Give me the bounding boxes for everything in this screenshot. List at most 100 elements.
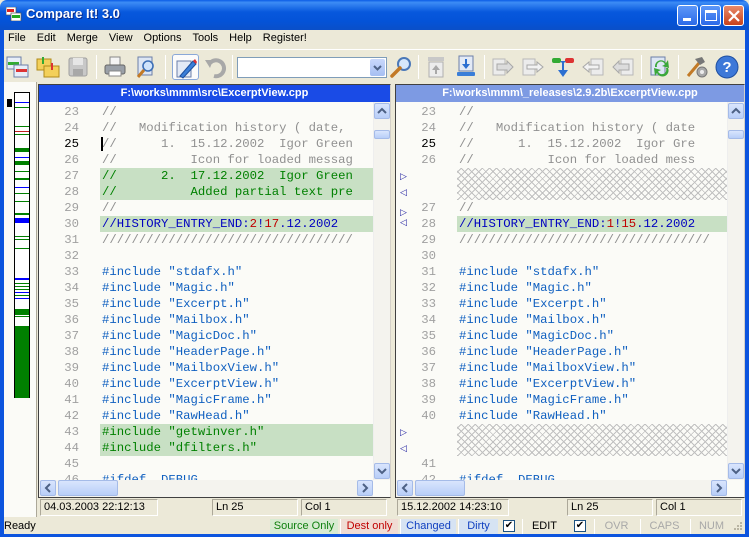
menu-edit[interactable]: Edit: [37, 30, 56, 44]
horizontal-scroll-thumb[interactable]: [58, 480, 118, 496]
overview-diff-mark[interactable]: [15, 131, 29, 132]
print-preview-button[interactable]: [134, 55, 158, 79]
source-horizontal-scrollbar[interactable]: [39, 480, 373, 497]
menu-tools[interactable]: Tools: [192, 30, 218, 44]
code-line[interactable]: 37 #include "MailboxView.h": [396, 360, 727, 376]
copy-all-left-button[interactable]: [611, 55, 635, 79]
source-code-view[interactable]: 23 // 24 // Modification history ( date, 25 /…: [39, 102, 373, 480]
overview-diff-mark[interactable]: [15, 309, 29, 315]
code-line[interactable]: 41: [396, 456, 727, 472]
print-button[interactable]: [103, 55, 127, 79]
code-line[interactable]: 38 #include "ExcerptView.h": [396, 376, 727, 392]
prev-diff-button[interactable]: [424, 55, 448, 79]
code-line[interactable]: 33 #include "stdafx.h": [39, 264, 373, 280]
code-line[interactable]: 23 //: [39, 104, 373, 120]
overview-diff-mark[interactable]: [15, 148, 29, 152]
overview-diff-mark[interactable]: [15, 161, 29, 165]
next-diff-button[interactable]: [454, 55, 478, 79]
overview-diff-mark[interactable]: [15, 187, 29, 188]
scroll-left-button[interactable]: [397, 480, 413, 496]
code-line[interactable]: 41 #include "MagicFrame.h": [39, 392, 373, 408]
overview-diff-mark[interactable]: [15, 157, 29, 158]
edit-mode-button[interactable]: [172, 54, 199, 80]
code-line[interactable]: 42 #include "RawHead.h": [39, 408, 373, 424]
overview-diff-mark[interactable]: [15, 178, 29, 180]
overview-diff-mark[interactable]: [15, 292, 29, 293]
code-line[interactable]: 27//: [396, 200, 727, 216]
code-line[interactable]: 23 //: [396, 104, 727, 120]
help-button[interactable]: ?: [715, 55, 739, 79]
search-combo[interactable]: [237, 57, 387, 78]
code-line[interactable]: 44 #include "dfilters.h": [39, 440, 373, 456]
save-button[interactable]: [66, 55, 90, 79]
code-line[interactable]: 33 #include "Excerpt.h": [396, 296, 727, 312]
overview-diff-mark[interactable]: [15, 218, 29, 223]
overview-diff-mark[interactable]: [15, 193, 29, 194]
code-line[interactable]: 39 #include "MailboxView.h": [39, 360, 373, 376]
code-line[interactable]: 40 #include "RawHead.h": [396, 408, 727, 424]
code-line[interactable]: 34 #include "Magic.h": [39, 280, 373, 296]
overview-diff-mark[interactable]: [15, 102, 29, 103]
code-line[interactable]: 24 // Modification history ( date,: [39, 120, 373, 136]
code-line[interactable]: 32 #include "Magic.h": [396, 280, 727, 296]
code-line[interactable]: 34 #include "Mailbox.h": [396, 312, 727, 328]
overview-diff-mark[interactable]: [15, 239, 29, 240]
vertical-scroll-thumb[interactable]: [374, 130, 390, 139]
overview-diff-mark[interactable]: [15, 213, 29, 215]
scroll-up-button[interactable]: [374, 103, 390, 119]
code-line[interactable]: 45: [39, 456, 373, 472]
overview-diff-mark[interactable]: [15, 134, 29, 135]
code-line[interactable]: 25 // 1. 15.12.2002 Igor Gre: [396, 136, 727, 152]
code-line[interactable]: 28//HISTORY_ENTRY_END:1!15.12.2002: [396, 216, 727, 232]
copy-all-right-button[interactable]: [491, 55, 515, 79]
undo-button[interactable]: [204, 55, 228, 79]
code-line[interactable]: 29 //////////////////////////////////: [396, 232, 727, 248]
resize-grip-icon[interactable]: [731, 521, 743, 533]
overview-diff-mark[interactable]: [15, 107, 29, 108]
code-line[interactable]: 39 #include "MagicFrame.h": [396, 392, 727, 408]
scroll-left-button[interactable]: [40, 480, 56, 496]
menu-help[interactable]: Help: [229, 30, 252, 44]
menu-merge[interactable]: Merge: [67, 30, 98, 44]
code-line[interactable]: 37 #include "MagicDoc.h": [39, 328, 373, 344]
destination-vertical-scrollbar[interactable]: [727, 102, 744, 480]
code-line[interactable]: 28 // Added partial text pre: [39, 184, 373, 200]
scroll-up-button[interactable]: [728, 103, 744, 119]
open-folders-button[interactable]: [36, 55, 60, 79]
sync-scroll-checkbox[interactable]: ✔: [503, 520, 515, 532]
destination-horizontal-scrollbar[interactable]: [396, 480, 727, 497]
overview-diff-mark[interactable]: [15, 201, 29, 202]
destination-code-view[interactable]: 23 // 24 // Modification history ( date 25 //…: [396, 102, 727, 480]
code-line[interactable]: 31 #include "stdafx.h": [396, 264, 727, 280]
edit-mode-checkbox[interactable]: ✔: [574, 520, 586, 532]
menu-view[interactable]: View: [109, 30, 133, 44]
code-line[interactable]: 31 //////////////////////////////////: [39, 232, 373, 248]
code-line[interactable]: 35 #include "MagicDoc.h": [396, 328, 727, 344]
code-line[interactable]: 29 //: [39, 200, 373, 216]
search-input[interactable]: [238, 58, 370, 77]
overview-diff-mark[interactable]: [15, 316, 29, 317]
menu-file[interactable]: File: [8, 30, 26, 44]
find-button[interactable]: [389, 55, 413, 79]
menu-options[interactable]: Options: [144, 30, 182, 44]
code-line[interactable]: 36 #include "HeaderPage.h": [396, 344, 727, 360]
source-vertical-scrollbar[interactable]: [373, 102, 390, 480]
overview-diff-mark[interactable]: [15, 326, 29, 398]
code-line[interactable]: 43 #include "getwinver.h": [39, 424, 373, 440]
minimize-button[interactable]: [677, 5, 698, 26]
overview-diff-mark[interactable]: [15, 298, 29, 299]
diff-overview-strip[interactable]: [14, 92, 30, 398]
search-dropdown-button[interactable]: [370, 59, 385, 76]
code-line[interactable]: 46 #ifdef _DEBUG: [39, 472, 373, 480]
vertical-scroll-thumb[interactable]: [728, 130, 744, 139]
overview-diff-mark[interactable]: [15, 295, 29, 296]
code-line[interactable]: 26 // Icon for loaded mess: [396, 152, 727, 168]
close-button[interactable]: [723, 5, 744, 26]
overview-diff-mark[interactable]: [15, 126, 29, 127]
merge-button[interactable]: [551, 55, 575, 79]
code-line[interactable]: 30: [396, 248, 727, 264]
overview-diff-mark[interactable]: [15, 278, 29, 280]
compare-files-button[interactable]: [6, 55, 30, 79]
code-line[interactable]: 36 #include "Mailbox.h": [39, 312, 373, 328]
settings-button[interactable]: [685, 55, 709, 79]
